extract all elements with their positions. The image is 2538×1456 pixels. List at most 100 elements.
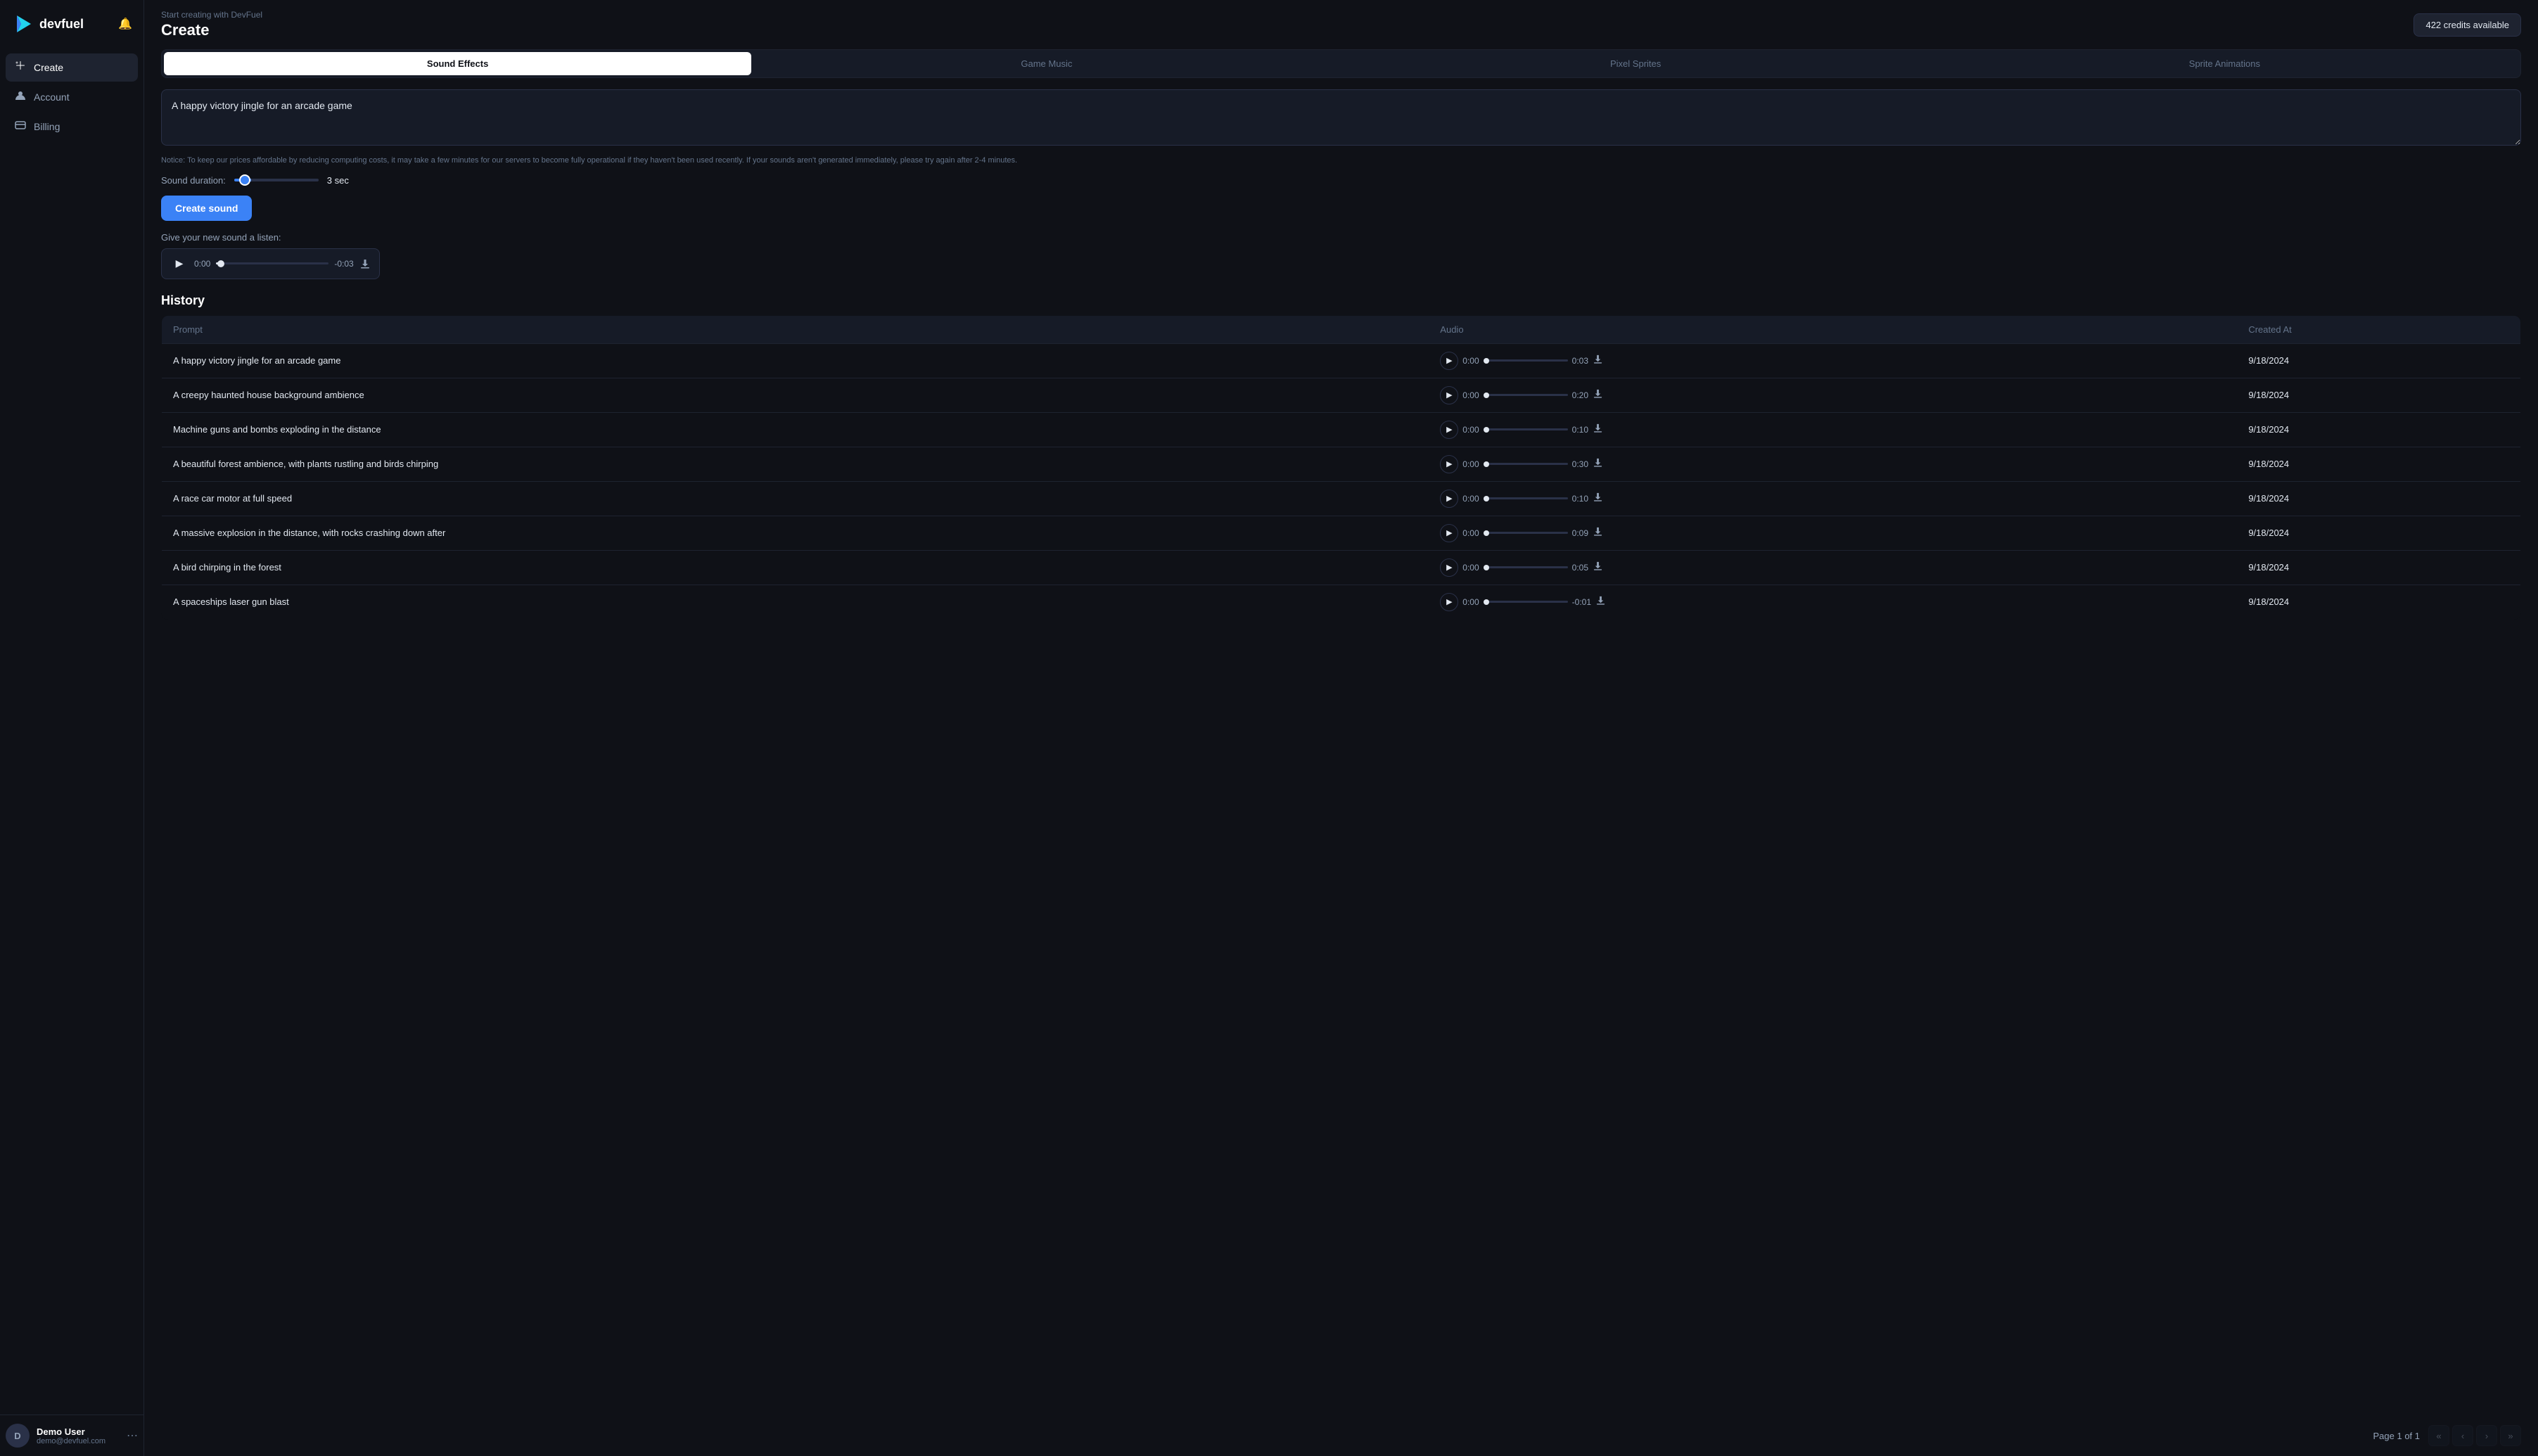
progress-dot	[217, 260, 224, 267]
history-title: History	[161, 293, 2521, 308]
row-audio-1: ▶ 0:00 0:20	[1429, 378, 2237, 412]
sidebar-item-account-label: Account	[34, 91, 70, 103]
row-play-btn-1[interactable]: ▶	[1440, 386, 1458, 404]
tab-game-music[interactable]: Game Music	[753, 52, 1340, 75]
row-audio-3: ▶ 0:00 0:30	[1429, 447, 2237, 481]
tab-sound-effects[interactable]: Sound Effects	[164, 52, 751, 75]
row-progress-dot-0	[1484, 358, 1489, 364]
row-time-end-7: -0:01	[1572, 597, 1591, 607]
row-created-7: 9/18/2024	[2237, 585, 2520, 619]
prompt-textarea[interactable]: A happy victory jingle for an arcade gam…	[161, 89, 2521, 146]
page-next-button[interactable]: ›	[2476, 1425, 2497, 1446]
row-progress-6[interactable]	[1484, 566, 1568, 568]
row-time-start-4: 0:00	[1462, 494, 1479, 504]
main-content: Start creating with DevFuel Create 422 c…	[144, 0, 2538, 1456]
page-last-button[interactable]: »	[2500, 1425, 2521, 1446]
row-download-btn-6[interactable]	[1593, 561, 1603, 574]
row-audio-0: ▶ 0:00 0:03	[1429, 343, 2237, 378]
devfuel-logo-icon	[11, 13, 34, 35]
row-progress-7[interactable]	[1484, 601, 1568, 603]
row-progress-1[interactable]	[1484, 394, 1568, 396]
logo-text: devfuel	[39, 17, 84, 32]
row-time-start-0: 0:00	[1462, 356, 1479, 366]
sidebar-item-account[interactable]: Account	[6, 83, 138, 111]
main-header: Start creating with DevFuel Create 422 c…	[144, 0, 2538, 39]
row-play-btn-6[interactable]: ▶	[1440, 558, 1458, 577]
notice-text: Notice: To keep our prices affordable by…	[161, 155, 2521, 167]
table-row: A race car motor at full speed ▶ 0:00 0:…	[162, 481, 2521, 516]
create-icon	[14, 60, 27, 75]
page-prev-button[interactable]: ‹	[2452, 1425, 2473, 1446]
user-name: Demo User	[37, 1426, 120, 1437]
user-menu-icon[interactable]: ⋯	[127, 1429, 138, 1443]
table-row: A happy victory jingle for an arcade gam…	[162, 343, 2521, 378]
sidebar: devfuel 🔔 Create Account Billing D Demo …	[0, 0, 144, 1456]
row-prompt-7: A spaceships laser gun blast	[162, 585, 1429, 619]
row-progress-dot-5	[1484, 530, 1489, 536]
breadcrumb: Start creating with DevFuel	[161, 10, 262, 20]
row-download-btn-2[interactable]	[1593, 423, 1603, 436]
row-audio-4: ▶ 0:00 0:10	[1429, 481, 2237, 516]
page-title: Create	[161, 21, 262, 39]
duration-row: Sound duration: 3 sec	[161, 175, 2521, 186]
row-progress-4[interactable]	[1484, 497, 1568, 499]
col-audio: Audio	[1429, 315, 2237, 343]
row-download-btn-7[interactable]	[1595, 595, 1606, 608]
col-prompt: Prompt	[162, 315, 1429, 343]
row-progress-3[interactable]	[1484, 463, 1568, 465]
logo-area: devfuel 🔔	[0, 0, 144, 48]
row-progress-dot-1	[1484, 392, 1489, 398]
duration-label: Sound duration:	[161, 175, 226, 186]
page-first-button[interactable]: «	[2428, 1425, 2449, 1446]
user-info: Demo User demo@devfuel.com	[37, 1426, 120, 1445]
audio-player: ▶ 0:00 -0:03	[161, 248, 380, 279]
progress-bar[interactable]	[216, 262, 329, 264]
row-time-end-4: 0:10	[1572, 494, 1588, 504]
duration-slider[interactable]	[234, 179, 319, 181]
sidebar-item-create-label: Create	[34, 62, 63, 73]
tab-pixel-sprites[interactable]: Pixel Sprites	[1342, 52, 1930, 75]
content-area: A happy victory jingle for an arcade gam…	[144, 78, 2538, 1415]
sidebar-item-create[interactable]: Create	[6, 53, 138, 82]
row-play-btn-0[interactable]: ▶	[1440, 352, 1458, 370]
row-play-btn-5[interactable]: ▶	[1440, 524, 1458, 542]
row-prompt-5: A massive explosion in the distance, wit…	[162, 516, 1429, 550]
row-download-btn-4[interactable]	[1593, 492, 1603, 505]
row-time-end-6: 0:05	[1572, 563, 1588, 573]
sidebar-item-billing[interactable]: Billing	[6, 113, 138, 141]
row-download-btn-1[interactable]	[1593, 388, 1603, 402]
user-profile-area[interactable]: D Demo User demo@devfuel.com ⋯	[0, 1415, 144, 1456]
row-progress-dot-4	[1484, 496, 1489, 502]
row-download-btn-3[interactable]	[1593, 457, 1603, 471]
row-download-btn-5[interactable]	[1593, 526, 1603, 539]
row-created-1: 9/18/2024	[2237, 378, 2520, 412]
row-play-btn-4[interactable]: ▶	[1440, 490, 1458, 508]
tab-bar: Sound Effects Game Music Pixel Sprites S…	[161, 49, 2521, 78]
create-sound-button[interactable]: Create sound	[161, 196, 252, 221]
row-progress-5[interactable]	[1484, 532, 1568, 534]
download-button[interactable]	[359, 258, 371, 269]
row-audio-6: ▶ 0:00 0:05	[1429, 550, 2237, 585]
play-button[interactable]: ▶	[170, 255, 189, 273]
row-play-btn-3[interactable]: ▶	[1440, 455, 1458, 473]
row-progress-dot-6	[1484, 565, 1489, 570]
row-prompt-4: A race car motor at full speed	[162, 481, 1429, 516]
table-row: Machine guns and bombs exploding in the …	[162, 412, 2521, 447]
duration-remaining: -0:03	[334, 259, 353, 269]
row-time-start-7: 0:00	[1462, 597, 1479, 607]
sidebar-nav: Create Account Billing	[0, 48, 144, 1415]
row-prompt-1: A creepy haunted house background ambien…	[162, 378, 1429, 412]
notification-bell-icon[interactable]: 🔔	[118, 17, 132, 31]
tab-sprite-animations[interactable]: Sprite Animations	[1931, 52, 2518, 75]
row-play-btn-7[interactable]: ▶	[1440, 593, 1458, 611]
row-progress-0[interactable]	[1484, 359, 1568, 362]
row-download-btn-0[interactable]	[1593, 354, 1603, 367]
row-time-end-0: 0:03	[1572, 356, 1588, 366]
row-progress-2[interactable]	[1484, 428, 1568, 430]
table-header-row: Prompt Audio Created At	[162, 315, 2521, 343]
table-row: A massive explosion in the distance, wit…	[162, 516, 2521, 550]
row-progress-dot-7	[1484, 599, 1489, 605]
row-play-btn-2[interactable]: ▶	[1440, 421, 1458, 439]
row-time-end-5: 0:09	[1572, 528, 1588, 538]
col-created: Created At	[2237, 315, 2520, 343]
